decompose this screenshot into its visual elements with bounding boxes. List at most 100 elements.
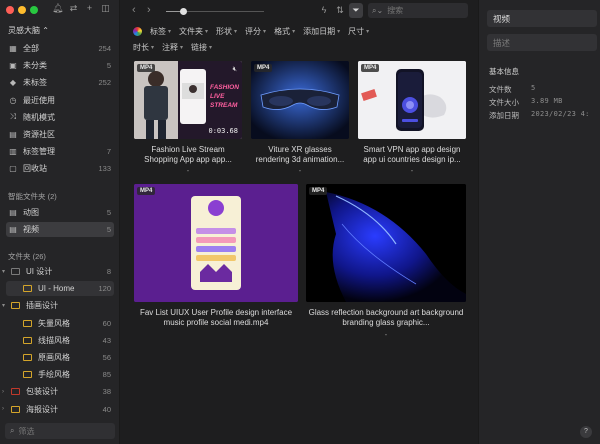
smart-folder-video[interactable]: ▤ 视频 5 — [6, 222, 114, 237]
filter-bar-row1: 标签 ▾ 文件夹 ▾ 形状 ▾ 评分 ▾ 格式 ▾ 添加日期 ▾ 尺寸 ▾ — [133, 26, 433, 37]
item-thumbnail[interactable]: MP4 — [306, 184, 466, 302]
minimize-window-button[interactable] — [18, 6, 26, 14]
description-input[interactable] — [493, 37, 593, 48]
folder-item[interactable]: ▾ UI 设计 8 — [2, 264, 114, 279]
filter-icon[interactable]: ⏷ — [349, 3, 363, 18]
filter-dropdown[interactable]: 链接 ▾ — [191, 42, 212, 53]
back-button[interactable]: ‹ — [132, 4, 136, 16]
folder-item[interactable]: 手绘风格 85 — [6, 367, 114, 382]
forward-button[interactable]: › — [147, 4, 151, 16]
folder-item[interactable]: 原画风格 56 — [6, 350, 114, 365]
filter-dropdown[interactable]: 添加日期 ▾ — [303, 26, 340, 37]
folder-item[interactable]: › 包装设计 38 — [2, 384, 114, 399]
bell-icon[interactable]: 🔔︎ — [52, 3, 63, 14]
folder-item[interactable]: 线描风格 43 — [6, 333, 114, 348]
sidebar-item[interactable]: ▣ 未分类 5 — [6, 58, 114, 73]
grid-item[interactable]: MP4 Smart VPN app app design app ui coun… — [358, 61, 466, 175]
sidebar-toggle-icon[interactable]: ◫ — [100, 3, 111, 14]
item-title: Fashion Live Stream Shopping App app app… — [144, 145, 232, 164]
folder-label: 线描风格 — [38, 335, 70, 345]
filter-dropdown[interactable]: 标签 ▾ — [150, 26, 171, 37]
sidebar-item[interactable]: ▦ 全部 254 — [6, 41, 114, 56]
folder-item[interactable]: UI - Home 120 — [6, 281, 114, 297]
filter-dropdown[interactable]: 格式 ▾ — [274, 26, 295, 37]
smart-folder-icon: ▤ — [9, 208, 17, 217]
uncategorized-icon: ▣ — [9, 61, 17, 71]
filter-dropdown[interactable]: 评分 ▾ — [245, 26, 266, 37]
filter-label: 添加日期 — [303, 27, 336, 36]
item-thumbnail[interactable]: MP4 — [134, 184, 298, 302]
mute-icon[interactable]: 🔇︎ — [233, 66, 237, 74]
zoom-slider-handle[interactable] — [180, 8, 188, 15]
sidebar-item[interactable]: ⤨ 随机模式 — [6, 110, 114, 125]
chevron-down-icon[interactable]: ▾ — [2, 302, 9, 309]
sync-icon[interactable]: ⇄ — [68, 3, 79, 14]
xr-glasses-thumbnail — [251, 61, 349, 139]
name-field[interactable] — [487, 10, 597, 27]
filter-bar-row2: 时长 ▾ 注释 ▾ 链接 ▾ — [133, 42, 433, 53]
smart-folder-count: 5 — [106, 208, 111, 217]
filter-dropdown[interactable]: 文件夹 ▾ — [179, 26, 208, 37]
folder-count: 56 — [102, 353, 111, 362]
folder-icon — [23, 336, 32, 344]
search-icon: ⌕ — [10, 426, 15, 435]
folder-count: 43 — [102, 335, 111, 345]
sidebar-filter[interactable]: ⌕ — [5, 423, 115, 439]
name-input[interactable] — [493, 13, 593, 24]
folder-label: 插画设计 — [26, 301, 58, 311]
search-input[interactable] — [387, 6, 463, 15]
vpn-app-thumbnail — [358, 61, 466, 139]
info-value: 5 — [531, 84, 536, 92]
grid-item[interactable]: MP4 Fav List UIUX User Profile design in… — [134, 184, 298, 334]
smart-folder-gif[interactable]: ▤ 动图 5 — [6, 205, 114, 220]
sidebar-item-count: 252 — [98, 78, 111, 88]
item-thumbnail[interactable]: MP4 — [358, 61, 466, 139]
chevron-down-icon: ▾ — [234, 29, 238, 35]
sidebar-item[interactable]: ▥ 标签管理 7 — [6, 144, 114, 159]
help-button[interactable]: ? — [580, 426, 592, 438]
window-controls — [6, 6, 38, 14]
grid-item[interactable]: FASHION LIVE STREAM MP4 🔇︎ 0:03.68 Fashi… — [134, 61, 242, 175]
grid-item[interactable]: MP4 Viture XR glasses rendering 3d anima… — [251, 61, 349, 175]
sidebar-item[interactable]: ◷ 最近使用 — [6, 93, 114, 108]
sidebar-item[interactable]: ▢ 回收站 133 — [6, 161, 114, 176]
filter-dropdown[interactable]: 尺寸 ▾ — [348, 26, 369, 37]
folder-icon — [11, 405, 20, 413]
grid-item[interactable]: MP4 Glass reflection background art back… — [306, 184, 466, 339]
close-window-button[interactable] — [6, 6, 14, 14]
folder-icon — [23, 319, 32, 327]
filter-label: 尺寸 — [348, 27, 365, 36]
folder-label: 矢量风格 — [38, 318, 70, 328]
folder-label: 海报设计 — [26, 404, 58, 414]
lightning-icon[interactable]: ϟ — [318, 5, 330, 15]
sidebar-item[interactable]: ◆ 未标签 252 — [6, 75, 114, 90]
sidebar-item-label: 未分类 — [23, 61, 47, 71]
filter-dropdown[interactable]: 时长 ▾ — [133, 42, 154, 53]
filter-dropdown[interactable]: 形状 ▾ — [216, 26, 237, 37]
chevron-right-icon[interactable]: › — [2, 406, 9, 412]
color-filter-icon[interactable] — [133, 27, 142, 36]
item-thumbnail[interactable]: FASHION LIVE STREAM MP4 🔇︎ 0:03.68 — [134, 61, 242, 139]
filter-dropdown[interactable]: 注释 ▾ — [162, 42, 183, 53]
item-thumbnail[interactable]: MP4 — [251, 61, 349, 139]
sidebar-filter-input[interactable] — [18, 426, 104, 436]
zoom-window-button[interactable] — [30, 6, 38, 14]
chevron-down-icon[interactable]: ▾ — [2, 268, 9, 275]
chevron-right-icon[interactable]: › — [2, 389, 9, 395]
add-icon[interactable]: + — [84, 3, 95, 14]
format-badge: MP4 — [254, 64, 273, 72]
item-subtitle: - — [384, 330, 388, 339]
info-row-date-added: 添加日期 2023/02/23 4: — [489, 110, 600, 121]
library-switcher[interactable]: 灵感大脑 ⌃ — [8, 25, 49, 36]
sidebar-item-label: 最近使用 — [23, 95, 55, 105]
folder-item[interactable]: ▾ 插画设计 — [2, 298, 114, 313]
folder-item[interactable]: 矢量风格 60 — [6, 316, 114, 331]
item-title: Viture XR glasses rendering 3d animation… — [255, 145, 345, 164]
description-field[interactable] — [487, 34, 597, 51]
folder-item[interactable]: › 海报设计 40 — [2, 402, 114, 417]
trash-icon: ▢ — [9, 164, 17, 174]
sidebar-item[interactable]: ▤ 资源社区 — [6, 127, 114, 142]
search-box[interactable]: ⌕⌄ — [368, 3, 468, 18]
sort-icon[interactable]: ⇅ — [334, 5, 346, 16]
folder-icon — [11, 302, 20, 310]
